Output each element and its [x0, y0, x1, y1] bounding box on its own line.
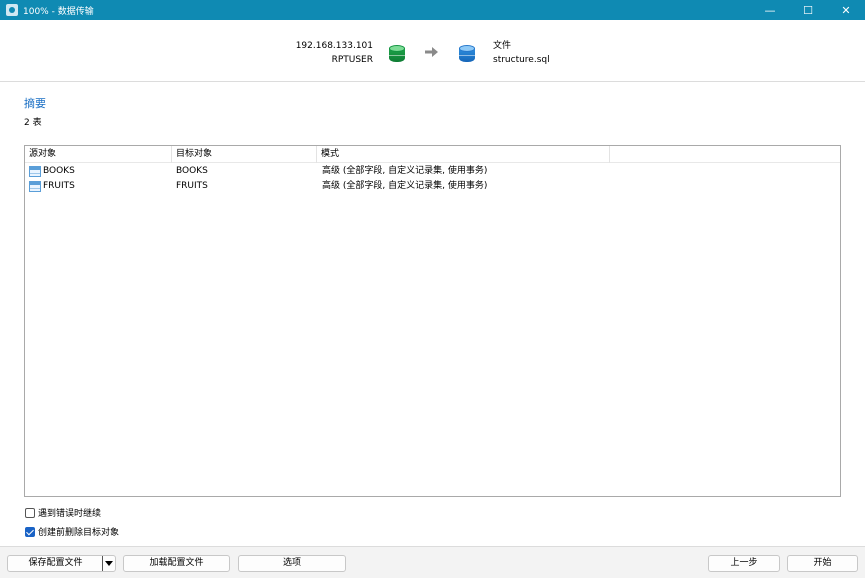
- footer-bar: 保存配置文件 加载配置文件 选项 上一步 开始: [0, 546, 865, 578]
- target-info: 文件 structure.sql: [493, 39, 550, 67]
- maximize-button[interactable]: ☐: [789, 0, 827, 20]
- save-profile-dropdown-icon[interactable]: [102, 556, 115, 571]
- table-icon: [29, 181, 41, 192]
- title-bar: 100% - 数据传输 — ☐ ✕: [0, 0, 865, 20]
- table-icon: [29, 166, 41, 177]
- source-host: 192.168.133.101: [295, 41, 373, 51]
- row-mode: 高级 (全部字段, 自定义记录集, 使用事务): [322, 181, 488, 191]
- table-row[interactable]: BOOKS BOOKS 高级 (全部字段, 自定义记录集, 使用事务): [25, 164, 840, 179]
- drop-before-create-option[interactable]: 创建前删除目标对象: [25, 525, 119, 538]
- save-profile-label: 保存配置文件: [28, 558, 83, 568]
- drop-before-create-checkbox[interactable]: [25, 526, 35, 537]
- target-type: 文件: [493, 41, 512, 51]
- column-header-target[interactable]: 目标对象: [172, 146, 317, 163]
- close-button[interactable]: ✕: [827, 0, 865, 20]
- app-icon: [6, 4, 18, 16]
- start-button[interactable]: 开始: [787, 555, 858, 572]
- column-header-mode[interactable]: 模式: [317, 146, 610, 163]
- row-target: FRUITS: [176, 181, 208, 191]
- minimize-button[interactable]: —: [751, 0, 789, 20]
- source-user: RPTUSER: [331, 55, 373, 65]
- table-header: 源对象 目标对象 模式: [25, 146, 840, 163]
- load-profile-button[interactable]: 加载配置文件: [123, 555, 230, 572]
- target-database-icon: [459, 45, 475, 63]
- continue-on-error-checkbox[interactable]: [25, 507, 35, 518]
- arrow-right-icon: [425, 47, 438, 57]
- row-source: FRUITS: [43, 181, 75, 191]
- continue-on-error-label: 遇到错误时继续: [38, 509, 102, 519]
- summary-table[interactable]: 源对象 目标对象 模式 BOOKS BOOKS 高级 (全部字段, 自定义记录集…: [24, 145, 841, 497]
- drop-before-create-label: 创建前删除目标对象: [38, 528, 120, 538]
- summary-count: 2 表: [24, 118, 42, 128]
- row-source: BOOKS: [43, 166, 75, 176]
- source-database-icon: [389, 45, 405, 63]
- row-target: BOOKS: [176, 166, 208, 176]
- window-title: 100% - 数据传输: [23, 6, 94, 17]
- source-info: 192.168.133.101 RPTUSER: [296, 39, 373, 67]
- table-row[interactable]: FRUITS FRUITS 高级 (全部字段, 自定义记录集, 使用事务): [25, 179, 840, 194]
- row-mode: 高级 (全部字段, 自定义记录集, 使用事务): [322, 166, 488, 176]
- window-controls: — ☐ ✕: [751, 0, 865, 20]
- back-button[interactable]: 上一步: [708, 555, 780, 572]
- summary-heading: 摘要: [24, 97, 46, 110]
- continue-on-error-option[interactable]: 遇到错误时继续: [25, 506, 101, 519]
- target-file: structure.sql: [493, 55, 550, 65]
- save-profile-button[interactable]: 保存配置文件: [7, 555, 116, 572]
- column-header-source[interactable]: 源对象: [25, 146, 172, 163]
- options-button[interactable]: 选项: [238, 555, 346, 572]
